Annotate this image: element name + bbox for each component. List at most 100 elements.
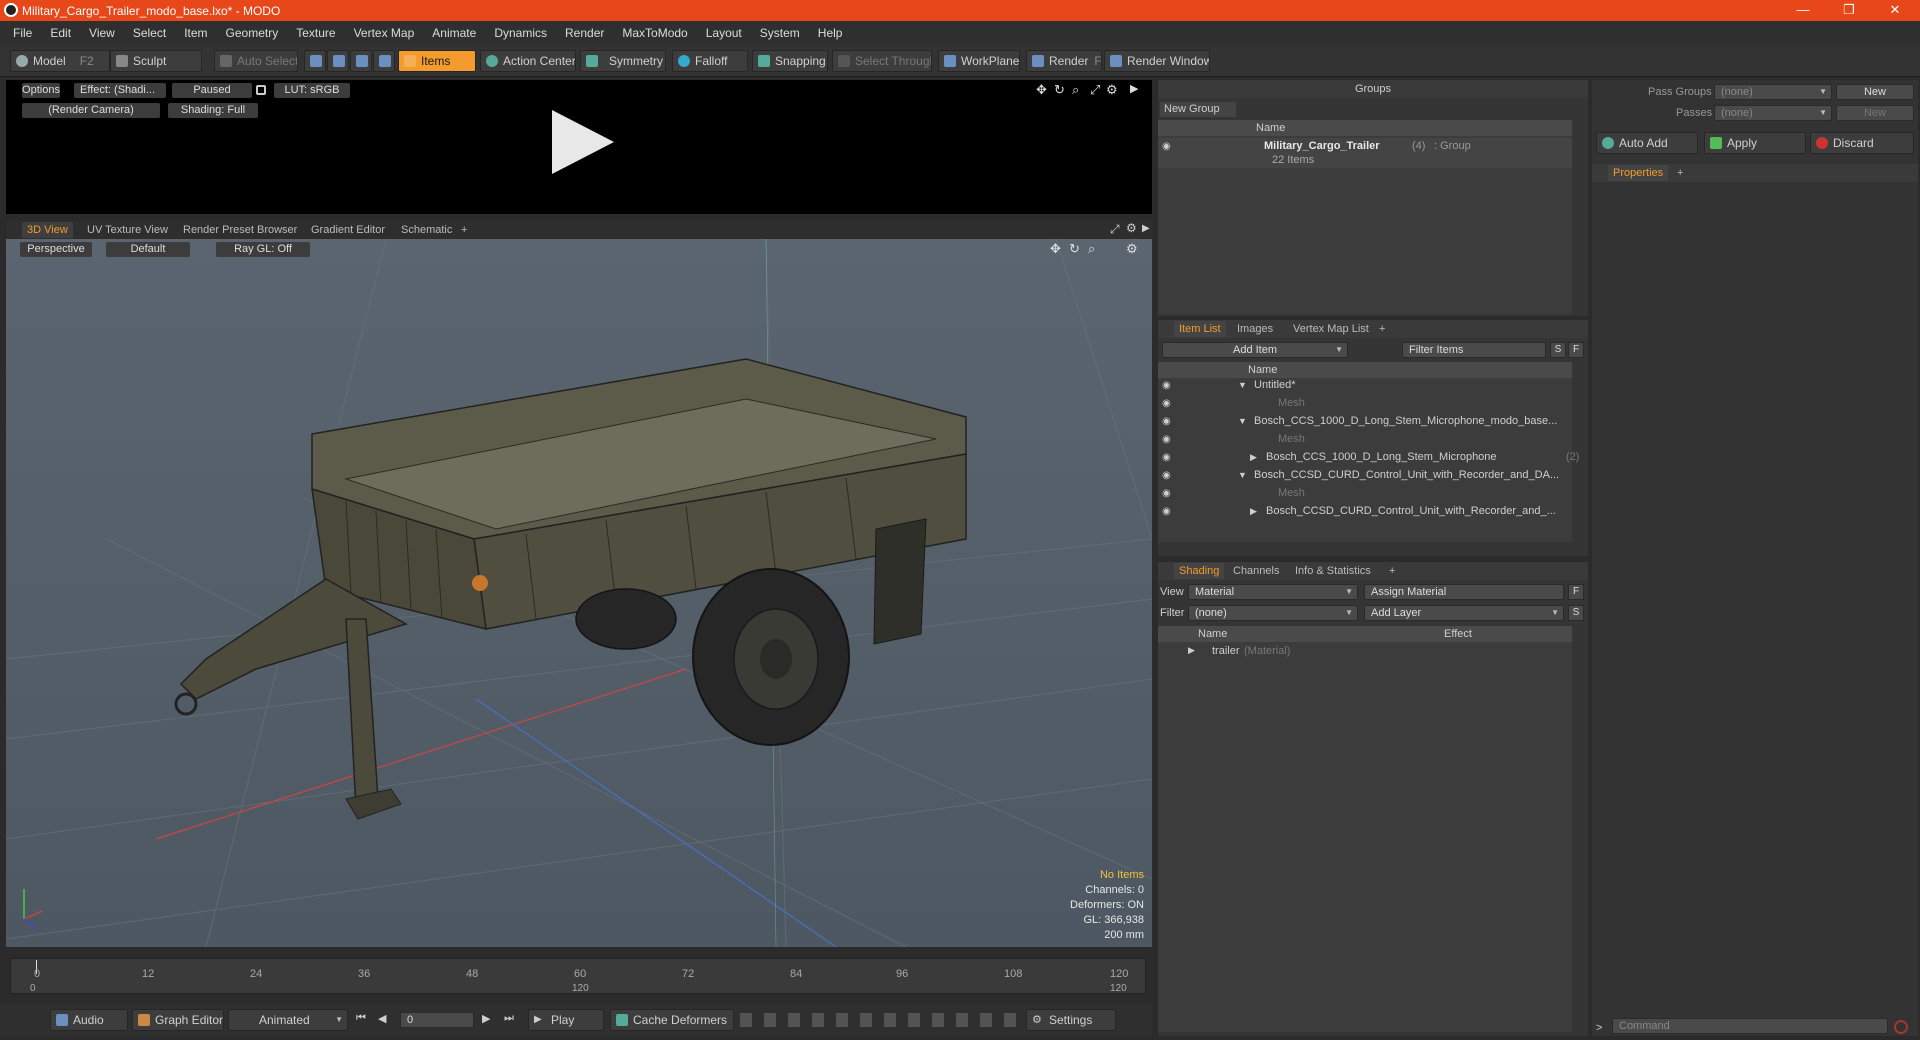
list-item[interactable]: ◉ ▶ Bosch_CCSD_CURD_Control_Unit_with_Reco… bbox=[1158, 504, 1572, 521]
menu-animate[interactable]: Animate bbox=[423, 26, 485, 40]
eye-icon[interactable]: ◉ bbox=[1162, 141, 1171, 152]
new-group-button[interactable]: New Group bbox=[1160, 102, 1236, 117]
rotate-icon[interactable]: ↻ bbox=[1054, 82, 1065, 98]
materials-mode-button[interactable] bbox=[373, 50, 395, 72]
menu-item[interactable]: Item bbox=[175, 26, 216, 40]
tab-channels[interactable]: Channels bbox=[1228, 563, 1284, 579]
expand-arrow-icon[interactable]: ▼ bbox=[1238, 470, 1247, 480]
add-tab-button[interactable]: + bbox=[1374, 321, 1390, 337]
edges-mode-button[interactable] bbox=[327, 50, 349, 72]
new-pass-button[interactable]: New bbox=[1836, 105, 1914, 121]
passes-dropdown[interactable]: (none) bbox=[1714, 105, 1832, 121]
timeline[interactable]: 0 12 24 36 48 60 72 84 96 108 120 0 120 … bbox=[6, 952, 1152, 1002]
symmetry-button[interactable]: Symmetry bbox=[580, 50, 666, 72]
auto-select-button[interactable]: Auto Select bbox=[214, 50, 298, 72]
eye-icon[interactable]: ◉ bbox=[1162, 434, 1171, 445]
sculpt-mode-button[interactable]: Sculpt bbox=[110, 50, 202, 72]
vertices-mode-button[interactable] bbox=[304, 50, 326, 72]
frame-field[interactable]: 0 bbox=[400, 1012, 474, 1028]
add-layer-dropdown[interactable]: Add Layer bbox=[1364, 605, 1564, 621]
menu-dynamics[interactable]: Dynamics bbox=[485, 26, 556, 40]
shading-dropdown[interactable]: Shading: Full bbox=[168, 103, 258, 118]
search-s-button[interactable]: S bbox=[1550, 342, 1566, 358]
workplane-button[interactable]: WorkPlane bbox=[938, 50, 1020, 72]
move-icon[interactable]: ✥ bbox=[1036, 82, 1047, 98]
material-row[interactable]: ▶ trailer (Material) bbox=[1158, 644, 1572, 660]
menu-help[interactable]: Help bbox=[809, 26, 852, 40]
menu-edit[interactable]: Edit bbox=[41, 26, 80, 40]
menu-system[interactable]: System bbox=[751, 26, 809, 40]
apply-button[interactable]: Apply bbox=[1704, 132, 1806, 154]
eye-icon[interactable]: ◉ bbox=[1162, 398, 1171, 409]
assign-material-button[interactable]: Assign Material bbox=[1364, 584, 1564, 600]
render-button[interactable]: RenderF9 bbox=[1026, 50, 1102, 72]
eye-icon[interactable]: ◉ bbox=[1162, 506, 1171, 517]
eye-icon[interactable]: ◉ bbox=[1162, 488, 1171, 499]
tab-3d-view[interactable]: 3D View bbox=[22, 222, 73, 238]
tab-vertex-map-list[interactable]: Vertex Map List bbox=[1288, 321, 1374, 337]
tab-properties[interactable]: Properties bbox=[1608, 165, 1669, 181]
shading-style-dropdown[interactable]: Default bbox=[106, 242, 190, 257]
gear-icon[interactable]: ⚙ bbox=[1126, 221, 1137, 235]
list-item[interactable]: ◉ ▼ Bosch_CCS_1000_D_Long_Stem_Microphone_… bbox=[1158, 414, 1572, 431]
settings-button[interactable]: ⚙ Settings bbox=[1026, 1009, 1116, 1031]
maximize-button[interactable]: ❐ bbox=[1826, 0, 1872, 21]
discard-button[interactable]: Discard bbox=[1810, 132, 1914, 154]
eye-icon[interactable]: ◉ bbox=[1162, 452, 1171, 463]
tab-shading[interactable]: Shading bbox=[1174, 563, 1225, 579]
gear-icon[interactable]: ⚙ bbox=[1106, 82, 1118, 98]
list-item[interactable]: ◉ Mesh bbox=[1158, 432, 1572, 449]
new-pass-group-button[interactable]: New bbox=[1836, 84, 1914, 100]
minimize-button[interactable]: — bbox=[1780, 0, 1826, 21]
select-through-button[interactable]: Select Through bbox=[832, 50, 932, 72]
options-button[interactable]: Options bbox=[22, 83, 60, 98]
menu-view[interactable]: View bbox=[80, 26, 124, 40]
record-icon[interactable] bbox=[1894, 1020, 1908, 1034]
raygl-dropdown[interactable]: Ray GL: Off bbox=[216, 242, 310, 257]
snapping-button[interactable]: Snapping bbox=[752, 50, 828, 72]
perspective-dropdown[interactable]: Perspective bbox=[20, 242, 92, 257]
animated-dropdown[interactable]: Animated bbox=[228, 1009, 348, 1031]
step-back-icon[interactable]: ◀ bbox=[378, 1012, 386, 1025]
tab-info-statistics[interactable]: Info & Statistics bbox=[1290, 563, 1376, 579]
tab-schematic[interactable]: Schematic bbox=[396, 222, 457, 238]
action-center-button[interactable]: Action Center bbox=[480, 50, 576, 72]
tab-render-preset-browser[interactable]: Render Preset Browser bbox=[178, 222, 302, 238]
move-icon[interactable]: ✥ bbox=[1050, 241, 1061, 257]
filter-dropdown[interactable]: (none) bbox=[1188, 605, 1358, 621]
go-end-icon[interactable]: ⏭ bbox=[504, 1012, 514, 1025]
list-item[interactable]: ◉ ▼ Bosch_CCSD_CURD_Control_Unit_with_Reco… bbox=[1158, 468, 1572, 485]
falloff-button[interactable]: Falloff bbox=[672, 50, 748, 72]
command-input[interactable]: Command bbox=[1612, 1018, 1888, 1034]
zoom-icon[interactable]: ⌕ bbox=[1072, 82, 1079, 98]
list-item[interactable]: ◉ Mesh bbox=[1158, 486, 1572, 503]
add-tab-button[interactable]: + bbox=[1384, 563, 1400, 579]
tab-images[interactable]: Images bbox=[1232, 321, 1278, 337]
menu-file[interactable]: File bbox=[4, 26, 41, 40]
expand-arrow-icon[interactable]: ▶ bbox=[1250, 452, 1257, 463]
key-tools-icons[interactable] bbox=[740, 1013, 1020, 1027]
paused-button[interactable]: Paused bbox=[172, 83, 252, 98]
eye-icon[interactable]: ◉ bbox=[1162, 416, 1171, 427]
group-row[interactable]: ◉ Military_Cargo_Trailer (4) : Group 22 … bbox=[1158, 138, 1572, 168]
items-mode-button[interactable]: Items bbox=[398, 50, 476, 72]
add-tab-button[interactable]: + bbox=[456, 222, 472, 238]
s-button[interactable]: S bbox=[1568, 605, 1584, 621]
menu-maxtomodo[interactable]: MaxToModo bbox=[613, 26, 696, 40]
eye-icon[interactable]: ◉ bbox=[1162, 470, 1171, 481]
add-tab-button[interactable]: + bbox=[1672, 165, 1688, 181]
tab-gradient-editor[interactable]: Gradient Editor bbox=[306, 222, 390, 238]
expand-arrow-icon[interactable]: ▼ bbox=[1238, 416, 1247, 426]
pass-groups-dropdown[interactable]: (none) bbox=[1714, 84, 1832, 100]
cache-deformers-button[interactable]: Cache Deformers bbox=[610, 1009, 734, 1031]
eye-icon[interactable]: ◉ bbox=[1162, 380, 1171, 391]
f-button[interactable]: F bbox=[1568, 584, 1584, 600]
lock-icon[interactable] bbox=[256, 85, 266, 95]
play-button[interactable]: ▶ Play bbox=[528, 1009, 604, 1031]
menu-vertex-map[interactable]: Vertex Map bbox=[345, 26, 424, 40]
expand-arrow-icon[interactable]: ▶ bbox=[1130, 82, 1138, 95]
tab-item-list[interactable]: Item List bbox=[1174, 321, 1226, 337]
list-item[interactable]: ◉ ▼ Untitled* bbox=[1158, 378, 1572, 395]
expand-arrow-icon[interactable]: ▶ bbox=[1142, 223, 1150, 234]
view-dropdown[interactable]: Material bbox=[1188, 584, 1358, 600]
